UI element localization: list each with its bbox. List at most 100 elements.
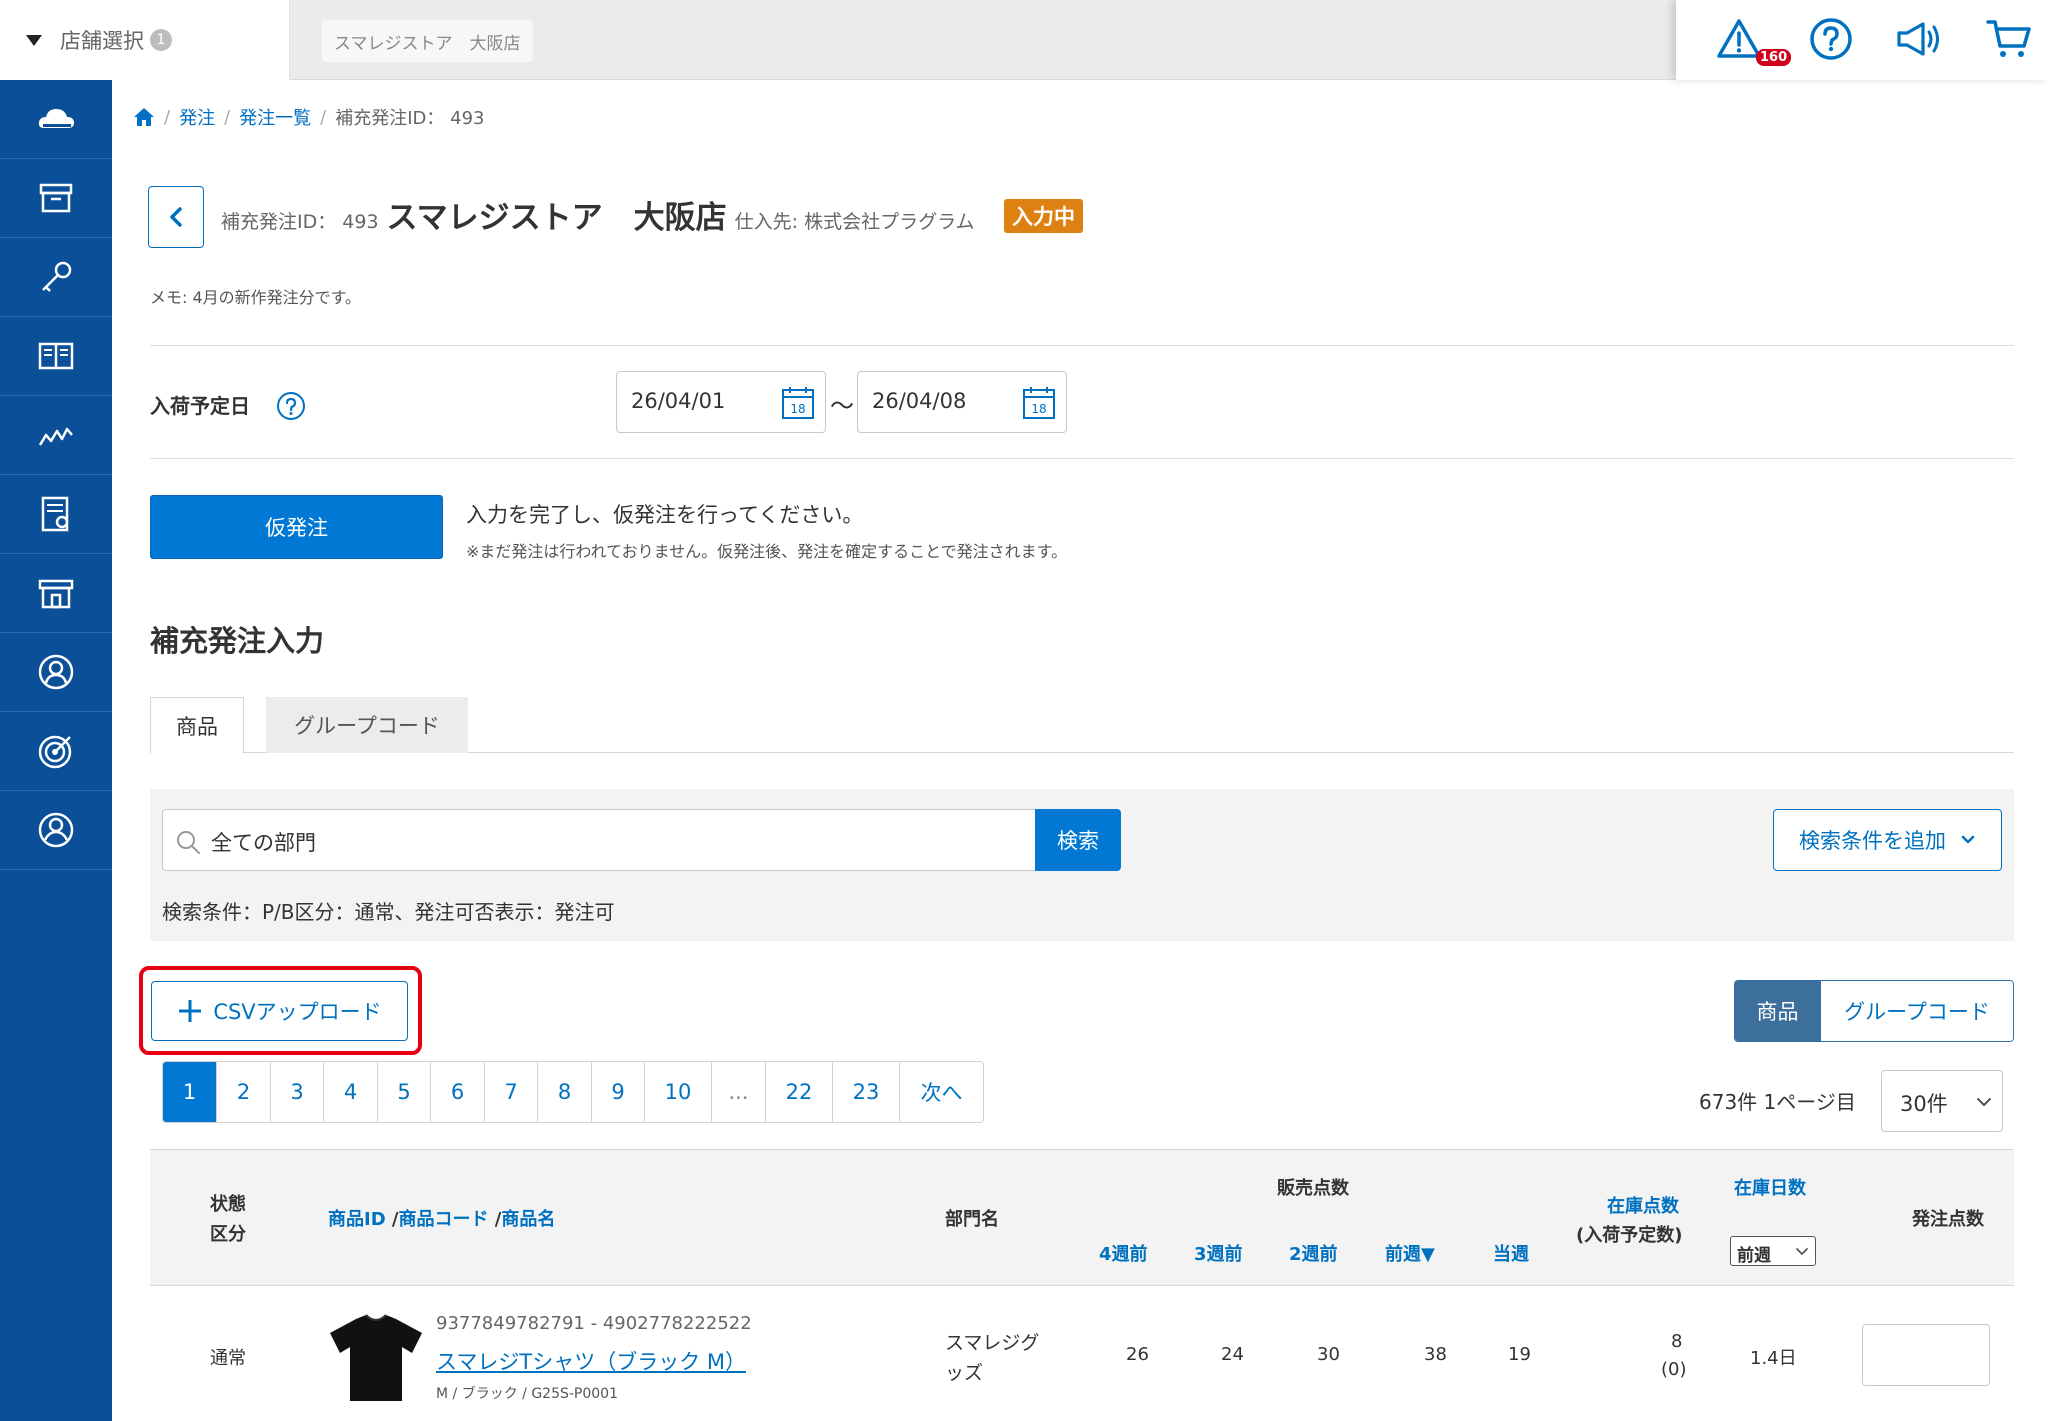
page-2[interactable]: 2 <box>217 1062 271 1122</box>
page-next[interactable]: 次へ <box>900 1062 983 1122</box>
top-bar: 店舗選択 1 スマレジストア 大阪店 160 <box>0 0 2048 80</box>
calendar-icon[interactable]: 18 <box>1022 386 1056 420</box>
sidebar-item-settings[interactable] <box>0 238 112 317</box>
row-sales-last-week: 38 <box>1424 1344 1447 1365</box>
user-circle-icon <box>38 654 74 690</box>
row-status: 通常 <box>210 1348 246 1369</box>
row-incoming: (0) <box>1661 1359 1687 1380</box>
help-icon[interactable] <box>1808 16 1854 62</box>
search-button[interactable]: 検索 <box>1035 809 1121 871</box>
divider <box>150 345 2014 346</box>
page-info-text: 673件 1ページ目 <box>1699 1090 1856 1114</box>
store-select-count: 1 <box>150 29 172 51</box>
view-toggle-product[interactable]: 商品 <box>1735 981 1820 1041</box>
customer-icon <box>38 812 74 848</box>
chart-line-icon <box>38 427 73 446</box>
view-toggle-group-code[interactable]: グループコード <box>1820 981 2013 1041</box>
memo-text: メモ: 4月の新作発注分です。 <box>150 288 362 307</box>
sidebar-item-cloud[interactable] <box>0 80 112 159</box>
provisional-message: 入力を完了し、仮発注を行ってください。 <box>466 503 864 527</box>
page-6[interactable]: 6 <box>431 1062 485 1122</box>
header-incoming: (入荷予定数) <box>1576 1225 1683 1246</box>
target-icon <box>38 735 72 769</box>
per-page-select[interactable]: 30件 <box>1881 1070 2003 1132</box>
calendar-icon[interactable]: 18 <box>781 386 815 420</box>
sidebar-item-targets[interactable] <box>0 712 112 791</box>
row-stock: 8 <box>1671 1331 1683 1352</box>
date-from-value: 26/04/01 <box>631 389 726 413</box>
view-toggle: 商品 グループコード <box>1734 980 2014 1042</box>
sidebar-item-staff[interactable] <box>0 633 112 712</box>
sort-stock-days[interactable]: 在庫日数 <box>1734 1174 1806 1200</box>
sort-last-week[interactable]: 前週▼ <box>1385 1240 1435 1266</box>
search-input[interactable]: 全ての部門 <box>162 809 1036 871</box>
breadcrumb-separator: / <box>320 106 327 128</box>
sidebar-item-customers[interactable] <box>0 791 112 870</box>
sidebar-item-reports[interactable] <box>0 475 112 554</box>
page-4[interactable]: 4 <box>324 1062 378 1122</box>
calendar-day-text: 18 <box>790 402 805 416</box>
tab-group-code[interactable]: グループコード <box>266 697 468 753</box>
sort-3-weeks-ago[interactable]: 3週前 <box>1194 1240 1243 1266</box>
tab-product[interactable]: 商品 <box>150 697 244 754</box>
product-thumbnail-tshirt[interactable] <box>326 1311 426 1403</box>
arrival-date-to-input[interactable]: 26/04/08 18 <box>857 371 1067 433</box>
stock-days-period-value: 前週 <box>1737 1246 1771 1266</box>
sidebar-item-products[interactable] <box>0 159 112 238</box>
header-product-columns: 商品ID /商品コード /商品名 <box>328 1209 556 1230</box>
search-query-text: 全ての部門 <box>211 831 316 855</box>
page-1[interactable]: 1 <box>163 1062 217 1122</box>
page-10[interactable]: 10 <box>645 1062 712 1122</box>
arrival-date-from-input[interactable]: 26/04/01 18 <box>616 371 826 433</box>
breadcrumb-order[interactable]: 発注 <box>179 104 215 130</box>
row-category-line1: スマレジグ <box>945 1332 1040 1354</box>
page-23[interactable]: 23 <box>833 1062 900 1122</box>
order-quantity-input[interactable] <box>1862 1324 1990 1386</box>
back-button[interactable] <box>148 186 204 248</box>
page-7[interactable]: 7 <box>485 1062 538 1122</box>
home-icon[interactable] <box>133 107 155 127</box>
page-22[interactable]: 22 <box>766 1062 833 1122</box>
cloud-icon <box>38 109 74 128</box>
provisional-order-button[interactable]: 仮発注 <box>150 495 443 559</box>
sort-product-name[interactable]: 商品名 <box>501 1209 555 1230</box>
sort-2-weeks-ago[interactable]: 2週前 <box>1289 1240 1338 1266</box>
page-8[interactable]: 8 <box>538 1062 592 1122</box>
section-title: 補充発注入力 <box>150 624 325 658</box>
sidebar-item-stores[interactable] <box>0 554 112 633</box>
sidebar-nav <box>0 80 112 1421</box>
announcement-megaphone-icon[interactable] <box>1895 16 1941 62</box>
add-search-condition-button[interactable]: 検索条件を追加 <box>1773 809 2002 871</box>
row-product-codes: 9377849782791 - 4902778222522 <box>436 1313 752 1334</box>
table-row <box>150 1286 2014 1421</box>
sidebar-item-catalog[interactable] <box>0 317 112 396</box>
stock-days-period-select[interactable]: 前週 <box>1730 1236 1816 1266</box>
sidebar-item-analytics[interactable] <box>0 396 112 475</box>
help-icon[interactable] <box>276 391 306 421</box>
sort-product-code[interactable]: 商品コード <box>398 1209 488 1230</box>
sort-4-weeks-ago[interactable]: 4週前 <box>1099 1240 1148 1266</box>
csv-upload-button[interactable]: CSVアップロード <box>151 981 408 1041</box>
chevron-down-icon <box>1796 1248 1808 1255</box>
breadcrumb-order-list[interactable]: 発注一覧 <box>239 104 311 130</box>
arrival-date-label: 入荷予定日 <box>150 394 250 418</box>
store-select-dropdown[interactable]: 店舗選択 1 <box>0 0 290 80</box>
header-status: 状態 <box>210 1194 246 1215</box>
breadcrumb: / 発注 / 発注一覧 / 補充発注ID： 493 <box>133 104 484 130</box>
sort-product-id[interactable]: 商品ID <box>328 1209 386 1230</box>
page-3[interactable]: 3 <box>271 1062 324 1122</box>
header-type: 区分 <box>210 1224 246 1245</box>
sort-stock-count[interactable]: 在庫点数 <box>1607 1192 1679 1218</box>
sort-this-week[interactable]: 当週 <box>1493 1240 1529 1266</box>
date-range-separator: 〜 <box>830 392 854 420</box>
provisional-note: ※まだ発注は行われておりません。仮発注後、発注を確定することで発注されます。 <box>466 542 1068 561</box>
search-conditions-text: 検索条件：P/B区分：通常、発注可否表示：発注可 <box>162 900 615 924</box>
product-name-link[interactable]: スマレジTシャツ（ブラック M） <box>436 1346 746 1376</box>
page-title: 補充発注ID： 493 スマレジストア 大阪店 仕入先: 株式会社プラグラム <box>221 192 975 237</box>
breadcrumb-separator: / <box>164 106 171 128</box>
search-icon <box>177 831 200 854</box>
cart-icon[interactable] <box>1986 16 2032 62</box>
page-5[interactable]: 5 <box>378 1062 431 1122</box>
page-9[interactable]: 9 <box>592 1062 645 1122</box>
add-condition-label: 検索条件を追加 <box>1799 829 1946 853</box>
